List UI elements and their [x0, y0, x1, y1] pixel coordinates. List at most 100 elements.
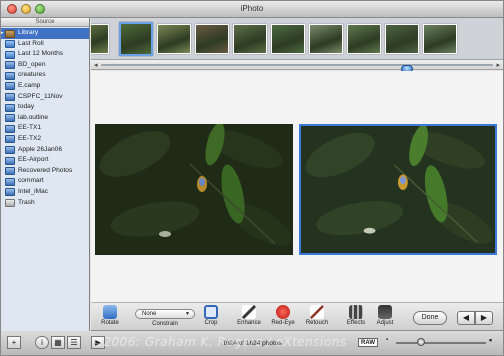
album-icon	[5, 103, 15, 112]
source-item[interactable]: creatures	[1, 70, 89, 81]
red-eye-button[interactable]: Red-Eye	[269, 305, 297, 326]
retouch-button[interactable]: Retouch	[303, 305, 331, 326]
source-item[interactable]: EE-TX1	[1, 123, 89, 134]
zoom-slider[interactable]	[396, 338, 486, 346]
source-list: Source ▸ Library Last Roll Last 12 Months BD…	[1, 18, 90, 331]
source-item[interactable]: CSPFC_11Nov	[1, 92, 89, 103]
source-item[interactable]: EE-TX2	[1, 134, 89, 145]
red-eye-icon	[276, 305, 290, 319]
source-item-label: Intel_iMac	[18, 187, 49, 195]
constrain-label-wrap: Constrain	[145, 321, 185, 327]
raw-badge: RAW	[358, 338, 378, 347]
filmstrip-thumbnail[interactable]	[195, 24, 229, 54]
source-item-label: commart	[18, 177, 44, 185]
source-item[interactable]: BD_open	[1, 60, 89, 71]
source-item[interactable]: EE-Airport	[1, 155, 89, 166]
done-button[interactable]: Done	[413, 311, 447, 325]
filmstrip-thumbnail[interactable]	[423, 24, 457, 54]
constrain-select[interactable]: None ▼	[135, 309, 195, 319]
source-item[interactable]: lab.outline	[1, 113, 89, 124]
source-item[interactable]: Intel_iMac	[1, 187, 89, 198]
crop-button[interactable]: Crop	[201, 305, 221, 326]
rotate-button[interactable]: Rotate	[97, 305, 123, 326]
filmstrip-thumbnail[interactable]	[271, 24, 305, 54]
source-item[interactable]: today	[1, 102, 89, 113]
source-item-label: Apple 26Jan06	[18, 145, 62, 153]
previous-photo-button[interactable]: ◀	[457, 311, 475, 325]
adjust-sliders-icon	[378, 305, 392, 319]
source-header: Source	[1, 18, 89, 27]
rotate-label: Rotate	[101, 320, 119, 326]
next-photo-button[interactable]: ▶	[475, 311, 493, 325]
source-item[interactable]: Last 12 Months	[1, 49, 89, 60]
adjust-label: Adjust	[376, 320, 394, 326]
source-item-label: lab.outline	[18, 113, 49, 121]
zoom-large-icon: ▪	[489, 335, 493, 345]
red-eye-label: Red-Eye	[271, 320, 295, 326]
filmstrip	[91, 18, 503, 60]
trash-icon	[5, 199, 15, 207]
filmstrip-thumbnail[interactable]	[347, 24, 381, 54]
filmstrip-thumbnail[interactable]	[309, 24, 343, 54]
source-item[interactable]: Recovered Photos	[1, 166, 89, 177]
source-item-label: CSPFC_11Nov	[18, 92, 63, 100]
source-item[interactable]: Trash	[1, 198, 89, 209]
album-icon	[5, 82, 15, 91]
constrain-label: Constrain	[152, 321, 178, 327]
filmstrip-thumbnail[interactable]	[91, 24, 109, 54]
roll-icon	[5, 40, 15, 49]
enhance-button[interactable]: Enhance	[235, 305, 263, 326]
butterfly-photo-original	[95, 124, 293, 255]
album-icon	[5, 93, 15, 102]
filmstrip-thumbnail[interactable]	[233, 24, 267, 54]
source-item-label: Recovered Photos	[18, 166, 73, 174]
album-icon	[5, 167, 15, 176]
filmstrip-scrubber[interactable]: ◂ ▸	[91, 60, 503, 73]
butterfly-photo-edited	[301, 126, 495, 253]
enhance-label: Enhance	[237, 320, 261, 326]
after-photo[interactable]	[299, 124, 497, 255]
source-item[interactable]: Last Roll	[1, 39, 89, 50]
chevron-down-icon: ▼	[185, 311, 190, 317]
source-items: ▸ Library Last Roll Last 12 Months BD_opencr…	[1, 27, 89, 208]
source-item[interactable]: E.camp	[1, 81, 89, 92]
zoom-slider-knob[interactable]	[416, 338, 425, 346]
adjust-button[interactable]: Adjust	[373, 305, 397, 326]
constrain-value: None	[142, 311, 157, 317]
scrubber-track[interactable]	[101, 64, 493, 73]
album-icon	[5, 156, 15, 165]
brush-icon	[310, 305, 324, 319]
source-item[interactable]: commart	[1, 176, 89, 187]
source-item-label: E.camp	[18, 81, 41, 89]
scroll-left-arrow-icon[interactable]: ◂	[94, 61, 98, 69]
source-item[interactable]: Apple 26Jan06	[1, 145, 89, 156]
magic-wand-icon	[242, 305, 256, 319]
source-item-label: EE-TX2	[18, 134, 42, 142]
source-item-label: Library	[18, 29, 39, 36]
roll-icon	[5, 50, 15, 59]
source-item-label: EE-Airport	[18, 156, 49, 164]
effects-label: Effects	[346, 320, 366, 326]
crop-icon	[204, 305, 218, 319]
rotate-icon	[103, 305, 117, 319]
album-icon	[5, 188, 15, 197]
filmstrip-thumbnail[interactable]	[385, 24, 419, 54]
source-item-label: BD_open	[18, 60, 46, 68]
source-item-label: Trash	[18, 198, 35, 206]
iphoto-window: iPhoto Source ▸ Library Last Roll Last 12 M…	[0, 0, 504, 356]
scroll-right-arrow-icon[interactable]: ▸	[496, 61, 500, 69]
zoom-small-icon: ▪	[386, 337, 389, 343]
source-item-label: EE-TX1	[18, 124, 42, 132]
disclosure-triangle-icon[interactable]: ▸	[1, 28, 4, 39]
before-photo[interactable]	[95, 124, 293, 255]
source-item[interactable]: ▸ Library	[1, 28, 89, 39]
filmstrip-thumbnail[interactable]	[157, 24, 191, 54]
filmstrip-thumbnail[interactable]	[119, 22, 153, 56]
effects-button[interactable]: Effects	[345, 305, 367, 326]
edit-toolbar: Rotate None ▼ Constrain Crop Enhance Red…	[91, 303, 503, 331]
title-bar: iPhoto	[1, 1, 503, 18]
album-icon	[5, 135, 15, 144]
album-icon	[5, 114, 15, 123]
album-icon	[5, 177, 15, 186]
album-icon	[5, 71, 15, 80]
